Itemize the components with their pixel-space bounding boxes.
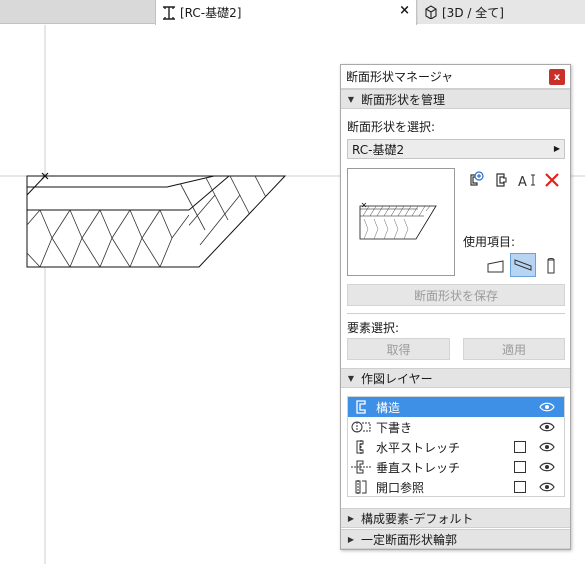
layer-row-draft[interactable]: 下書き	[348, 417, 564, 437]
manage-section-header[interactable]: ▼ 断面形状を管理	[341, 89, 570, 109]
profile-dropdown[interactable]: RC-基礎2 ▶	[347, 139, 565, 159]
beam-usage-icon[interactable]	[510, 253, 536, 277]
selected-profile-value: RC-基礎2	[352, 142, 405, 157]
tab-3d-all[interactable]: [3D / 全て]	[418, 0, 585, 24]
layer-name: 下書き	[376, 420, 413, 435]
eye-icon[interactable]	[538, 440, 556, 454]
layer-name: 垂直ストレッチ	[376, 460, 461, 475]
eye-icon[interactable]	[538, 460, 556, 474]
close-palette-button[interactable]: x	[549, 69, 565, 85]
close-tab-icon[interactable]: ×	[399, 3, 410, 18]
eye-icon[interactable]	[538, 480, 556, 494]
layer-name: 構造	[376, 400, 401, 415]
layer-row-structure[interactable]: 構造	[348, 397, 564, 417]
get-button[interactable]: 取得	[347, 338, 450, 360]
layer-row-opening-reference[interactable]: 開口参照	[348, 477, 564, 497]
collapse-arrow-icon: ▼	[347, 94, 355, 104]
delete-profile-icon[interactable]	[541, 169, 563, 191]
components-section-header[interactable]: ▶ 構成要素-デフォルト	[341, 508, 570, 528]
rename-profile-icon[interactable]: A	[516, 169, 538, 191]
layer-checkbox[interactable]	[514, 441, 526, 453]
expand-arrow-icon: ▶	[347, 513, 355, 523]
layer-checkbox[interactable]	[514, 481, 526, 493]
palette-title-text: 断面形状マネージャ	[346, 70, 454, 84]
svg-text:A: A	[518, 175, 527, 189]
section-header-label: 作図レイヤー	[361, 371, 433, 386]
new-profile-icon[interactable]	[465, 169, 487, 191]
apply-button[interactable]: 適用	[463, 338, 565, 360]
used-items-label: 使用項目:	[463, 235, 516, 249]
opening-reference-icon	[348, 477, 374, 497]
column-usage-icon[interactable]	[540, 255, 562, 277]
eye-icon[interactable]	[538, 400, 556, 414]
element-select-label: 要素選択:	[347, 321, 400, 335]
divider	[347, 313, 565, 314]
horizontal-stretch-icon	[348, 437, 374, 457]
layer-list: 構造 下書き 水平ストレッチ 垂直ストレッチ 開口参照	[347, 396, 565, 497]
profile-manager-palette: 断面形状マネージャ x ▼ 断面形状を管理 断面形状を選択: RC-基礎2 ▶	[340, 64, 571, 550]
layer-name: 開口参照	[376, 480, 425, 495]
layer-row-horizontal-stretch[interactable]: 水平ストレッチ	[348, 437, 564, 457]
select-profile-label: 断面形状を選択:	[347, 120, 436, 134]
save-profile-button[interactable]: 断面形状を保存	[347, 284, 565, 306]
layer-row-vertical-stretch[interactable]: 垂直ストレッチ	[348, 457, 564, 477]
section-header-label: 一定断面形状輪郭	[361, 532, 458, 547]
fixed-profile-section-header[interactable]: ▶ 一定断面形状輪郭	[341, 529, 570, 549]
profile-preview	[347, 168, 455, 276]
layer-name: 水平ストレッチ	[376, 440, 461, 455]
structure-layer-icon	[348, 397, 374, 417]
tab-bar: [RC-基礎2] × [3D / 全て]	[0, 0, 585, 25]
palette-title[interactable]: 断面形状マネージャ	[341, 65, 570, 89]
eye-icon[interactable]	[538, 420, 556, 434]
section-profile-icon	[160, 4, 178, 22]
vertical-stretch-icon	[348, 457, 374, 477]
layers-section-header[interactable]: ▼ 作図レイヤー	[341, 368, 570, 388]
expand-arrow-icon: ▶	[347, 534, 355, 544]
tab-label: [RC-基礎2]	[180, 6, 242, 20]
layer-checkbox[interactable]	[514, 461, 526, 473]
collapse-arrow-icon: ▼	[347, 373, 355, 383]
dropdown-arrow-icon: ▶	[553, 144, 560, 153]
3d-box-icon	[422, 3, 440, 21]
section-header-label: 構成要素-デフォルト	[361, 511, 474, 526]
duplicate-profile-icon[interactable]	[490, 169, 512, 191]
tab-label: [3D / 全て]	[442, 5, 504, 20]
wall-usage-icon[interactable]	[485, 255, 507, 277]
tab-rc-foundation[interactable]: [RC-基礎2] ×	[155, 0, 417, 25]
draft-layer-icon	[348, 417, 374, 437]
section-header-label: 断面形状を管理	[361, 92, 446, 107]
